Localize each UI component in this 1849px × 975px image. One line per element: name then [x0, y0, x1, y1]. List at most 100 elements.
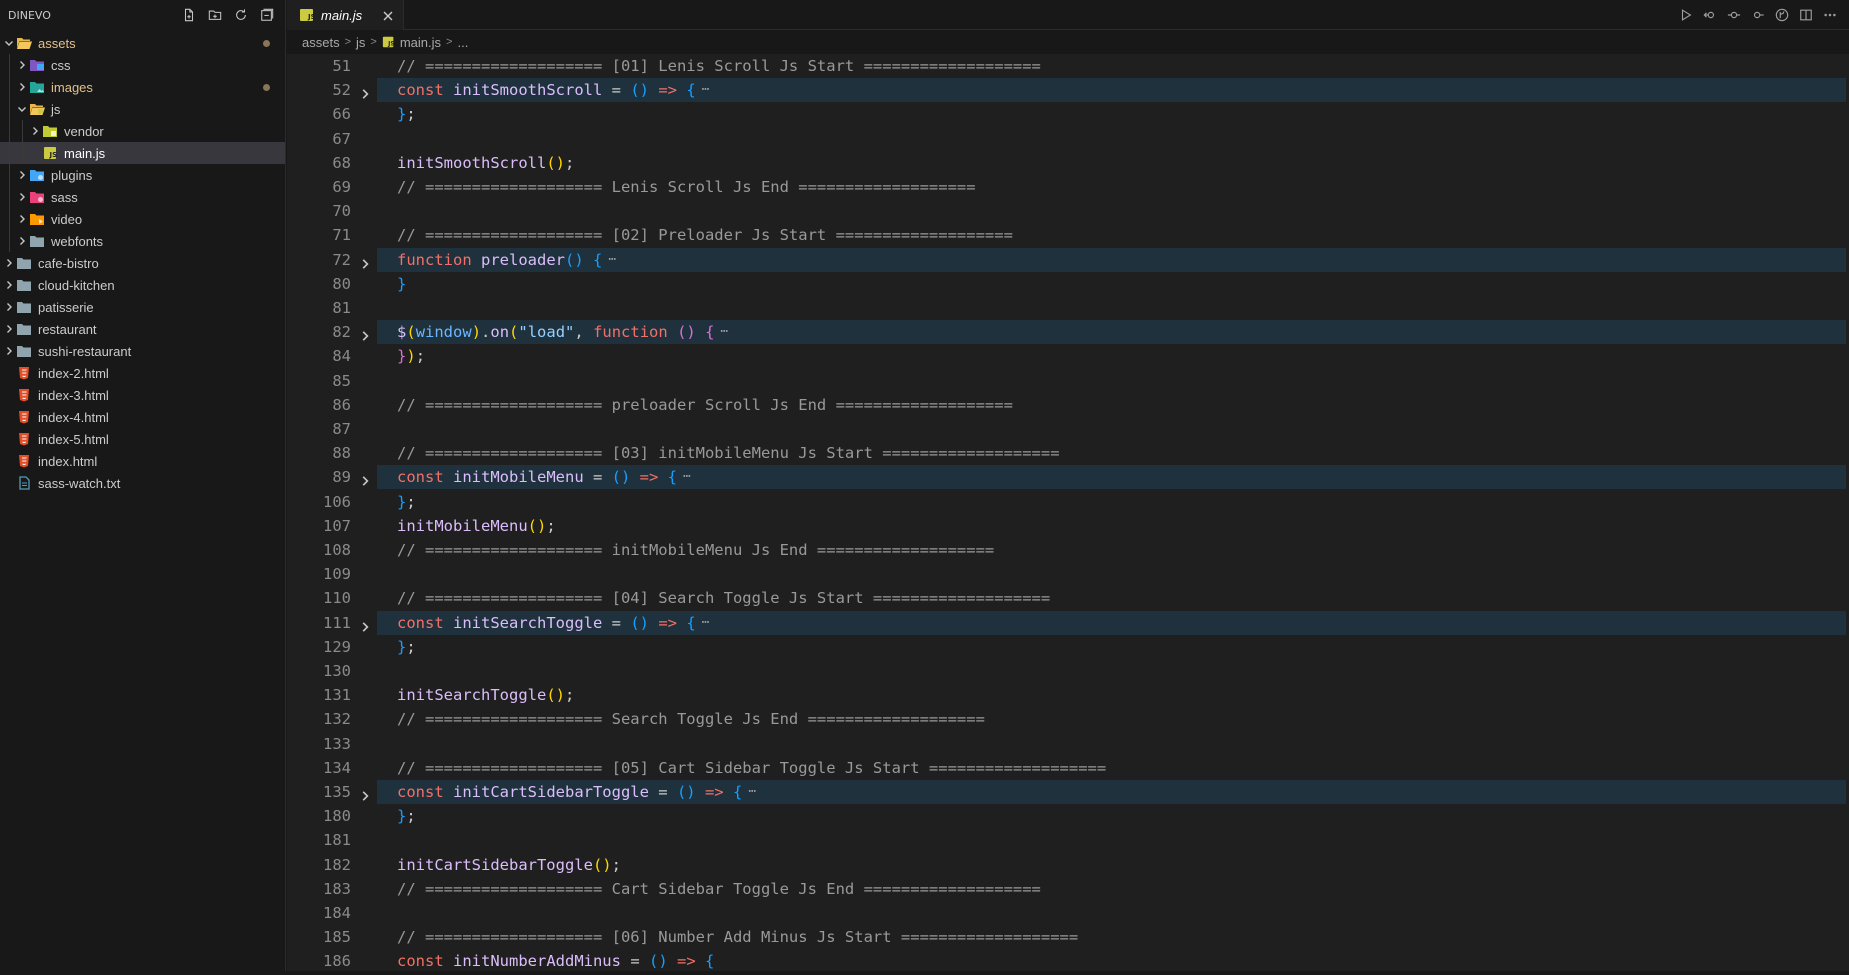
- split-editor-icon[interactable]: [1797, 6, 1815, 24]
- chevron-right-icon[interactable]: [2, 256, 16, 270]
- code-line[interactable]: 131 initSearchToggle();: [287, 683, 1849, 707]
- code-line[interactable]: 88 // =================== [03] initMobile…: [287, 441, 1849, 465]
- code-line[interactable]: 71 // =================== [02] Preloader …: [287, 223, 1849, 247]
- breadcrumb-assets[interactable]: assets: [302, 35, 340, 50]
- tab-main-js[interactable]: JS main.js: [287, 0, 404, 30]
- tree-item-index-2-html[interactable]: index-2.html: [0, 362, 285, 384]
- tree-item-index-5-html[interactable]: index-5.html: [0, 428, 285, 450]
- chevron-right-icon[interactable]: [2, 300, 16, 314]
- code-line[interactable]: 109: [287, 562, 1849, 586]
- code-line[interactable]: 130: [287, 659, 1849, 683]
- code-line[interactable]: 129};: [287, 635, 1849, 659]
- breadcrumb-symbols[interactable]: ...: [457, 35, 468, 50]
- tree-item-cafe-bistro[interactable]: cafe-bistro: [0, 252, 285, 274]
- breadcrumb-js[interactable]: js: [356, 35, 365, 50]
- source-control-icon[interactable]: [1773, 6, 1791, 24]
- fold-chevron-icon[interactable]: [359, 785, 371, 801]
- timeline-icon[interactable]: [1725, 6, 1743, 24]
- fold-ellipsis-icon[interactable]: ⋯: [683, 465, 691, 489]
- code-line[interactable]: 69 // =================== Lenis Scroll Js…: [287, 175, 1849, 199]
- code-line[interactable]: 86 // =================== preloader Scrol…: [287, 393, 1849, 417]
- code-line[interactable]: 51 // =================== [01] Lenis Scro…: [287, 54, 1849, 78]
- code-line[interactable]: 82 $(window).on("load", function () {⋯: [287, 320, 1849, 345]
- tree-item-main-js[interactable]: JS main.js: [0, 142, 285, 164]
- code-line[interactable]: 87: [287, 417, 1849, 441]
- tree-item-index-3-html[interactable]: index-3.html: [0, 384, 285, 406]
- chevron-down-icon[interactable]: [15, 102, 29, 116]
- code-line[interactable]: 68 initSmoothScroll();: [287, 151, 1849, 175]
- code-line[interactable]: 70: [287, 199, 1849, 223]
- more-actions-icon[interactable]: [1821, 6, 1839, 24]
- code-line[interactable]: 133: [287, 732, 1849, 756]
- code-line[interactable]: 107 initMobileMenu();: [287, 514, 1849, 538]
- code-line[interactable]: 111 const initSearchToggle = () => {⋯: [287, 610, 1849, 635]
- code-line[interactable]: 186 const initNumberAddMinus = () => {: [287, 949, 1849, 971]
- chevron-right-icon[interactable]: [15, 168, 29, 182]
- fold-chevron-icon[interactable]: [359, 325, 371, 341]
- chevron-right-icon[interactable]: [15, 212, 29, 226]
- fold-ellipsis-icon[interactable]: ⋯: [608, 248, 616, 272]
- refresh-icon[interactable]: [231, 5, 251, 25]
- code-line[interactable]: 66};: [287, 102, 1849, 126]
- fold-ellipsis-icon[interactable]: ⋯: [748, 780, 756, 804]
- run-icon[interactable]: [1677, 6, 1695, 24]
- tree-item-sass[interactable]: sass: [0, 186, 285, 208]
- code-line[interactable]: 135 const initCartSidebarToggle = () => {…: [287, 780, 1849, 804]
- chevron-right-icon[interactable]: [28, 124, 42, 138]
- tree-item-css[interactable]: css: [0, 54, 285, 76]
- code-line[interactable]: 108 // =================== initMobileMenu…: [287, 538, 1849, 562]
- code-line[interactable]: 134 // =================== [05] Cart Side…: [287, 756, 1849, 780]
- code-line[interactable]: 182 initCartSidebarToggle();: [287, 853, 1849, 877]
- code-line[interactable]: 81: [287, 296, 1849, 320]
- tree-item-images[interactable]: images: [0, 76, 285, 98]
- fold-ellipsis-icon[interactable]: ⋯: [702, 78, 710, 102]
- code-line[interactable]: 185 // =================== [06] Number Ad…: [287, 925, 1849, 949]
- chevron-right-icon[interactable]: [15, 80, 29, 94]
- fold-chevron-icon[interactable]: [359, 83, 371, 99]
- code-line[interactable]: 72 function preloader() {⋯: [287, 247, 1849, 272]
- tree-item-vendor[interactable]: vendor: [0, 120, 285, 142]
- collapse-all-icon[interactable]: [257, 5, 277, 25]
- breadcrumb-file[interactable]: main.js: [400, 35, 441, 50]
- go-forward-icon[interactable]: [1749, 6, 1767, 24]
- code-line[interactable]: 84});: [287, 344, 1849, 368]
- chevron-right-icon[interactable]: [15, 58, 29, 72]
- new-folder-icon[interactable]: [205, 5, 225, 25]
- code-line[interactable]: 183 // =================== Cart Sidebar T…: [287, 877, 1849, 901]
- code-line[interactable]: 106};: [287, 490, 1849, 514]
- code-line[interactable]: 181: [287, 828, 1849, 852]
- close-icon[interactable]: [381, 8, 395, 22]
- fold-chevron-icon[interactable]: [359, 470, 371, 487]
- fold-chevron-icon[interactable]: [359, 616, 371, 632]
- code-line[interactable]: 132 // =================== Search Toggle …: [287, 707, 1849, 731]
- tree-item-sass-watch-txt[interactable]: sass-watch.txt: [0, 472, 285, 494]
- tree-item-index-4-html[interactable]: index-4.html: [0, 406, 285, 428]
- tree-item-js[interactable]: js: [0, 98, 285, 120]
- code-line[interactable]: 85: [287, 369, 1849, 393]
- tree-item-index-html[interactable]: index.html: [0, 450, 285, 472]
- fold-ellipsis-icon[interactable]: ⋯: [702, 611, 710, 635]
- tree-item-patisserie[interactable]: patisserie: [0, 296, 285, 318]
- tree-item-restaurant[interactable]: restaurant: [0, 318, 285, 340]
- code-line[interactable]: 80}: [287, 272, 1849, 296]
- chevron-down-icon[interactable]: [2, 36, 16, 50]
- tree-item-video[interactable]: video: [0, 208, 285, 230]
- code-line[interactable]: 52 const initSmoothScroll = () => {⋯: [287, 78, 1849, 103]
- code-line[interactable]: 110 // =================== [04] Search To…: [287, 586, 1849, 610]
- go-back-icon[interactable]: [1701, 6, 1719, 24]
- code-line[interactable]: 89 const initMobileMenu = () => {⋯: [287, 465, 1849, 490]
- tree-item-webfonts[interactable]: webfonts: [0, 230, 285, 252]
- new-file-icon[interactable]: [179, 5, 199, 25]
- chevron-right-icon[interactable]: [2, 322, 16, 336]
- code-editor[interactable]: 51 // =================== [01] Lenis Scro…: [287, 54, 1849, 971]
- tree-item-sushi-restaurant[interactable]: sushi-restaurant: [0, 340, 285, 362]
- chevron-right-icon[interactable]: [2, 344, 16, 358]
- code-line[interactable]: 180};: [287, 804, 1849, 828]
- tree-item-assets[interactable]: assets: [0, 32, 285, 54]
- code-line[interactable]: 184: [287, 901, 1849, 925]
- tree-item-plugins[interactable]: plugins: [0, 164, 285, 186]
- fold-ellipsis-icon[interactable]: ⋯: [720, 320, 728, 344]
- chevron-right-icon[interactable]: [15, 190, 29, 204]
- fold-chevron-icon[interactable]: [359, 253, 371, 269]
- code-line[interactable]: 67: [287, 127, 1849, 151]
